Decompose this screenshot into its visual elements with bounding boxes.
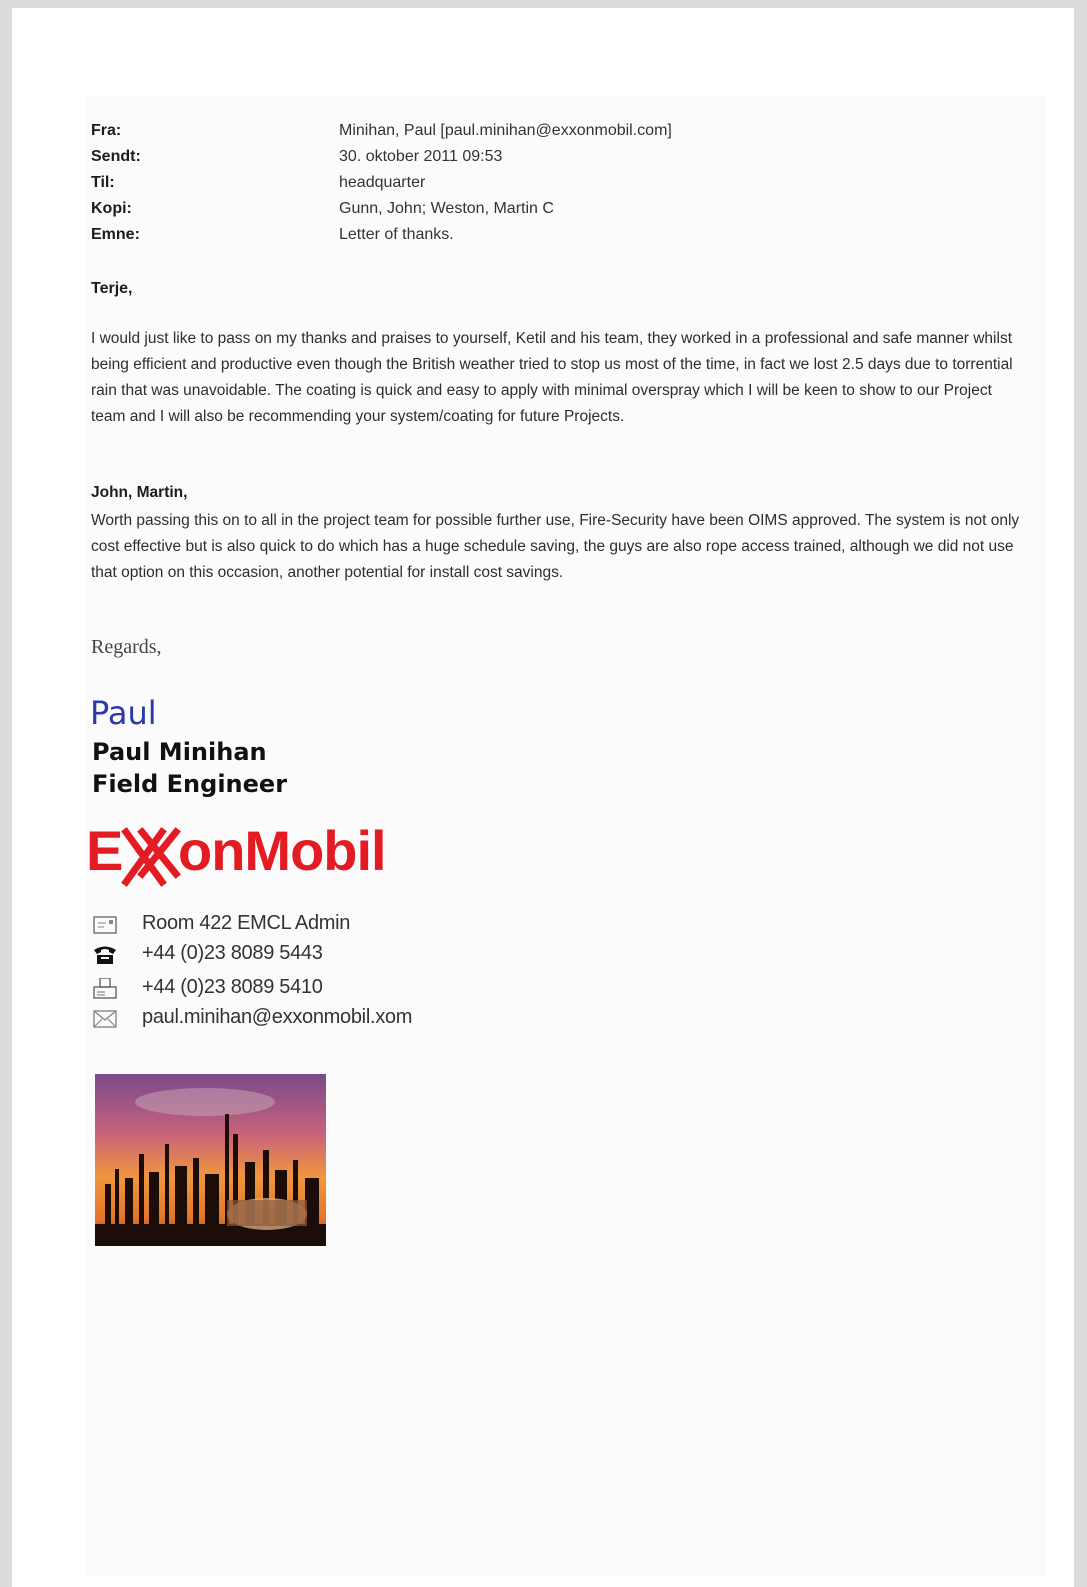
header-row-subject: Emne: Letter of thanks. bbox=[91, 226, 891, 252]
svg-text:onMobil: onMobil bbox=[178, 819, 386, 882]
signature-full-name: Paul Minihan bbox=[92, 738, 267, 766]
contact-room-text: Room 422 EMCL Admin bbox=[142, 912, 351, 934]
paragraph-thanks: I would just like to pass on my thanks a… bbox=[91, 330, 1013, 425]
refinery-sunset-photo bbox=[95, 1074, 326, 1246]
to-value: headquarter bbox=[339, 174, 426, 191]
greeting-terje: Terje, bbox=[91, 280, 133, 297]
from-label: Fra: bbox=[91, 122, 122, 139]
header-row-from: Fra: Minihan, Paul [paul.minihan@exxonmo… bbox=[91, 122, 891, 148]
signature-job-title: Field Engineer bbox=[92, 770, 288, 798]
svg-text:E: E bbox=[86, 819, 122, 882]
header-row-sent: Sendt: 30. oktober 2011 09:53 bbox=[91, 148, 891, 174]
telephone-icon bbox=[94, 946, 116, 964]
subject-label: Emne: bbox=[91, 226, 140, 243]
address-card-icon bbox=[93, 916, 117, 934]
contact-email-text: paul.minihan@exxonmobil.xom bbox=[142, 1006, 413, 1028]
contact-phone-text: +44 (0)23 8089 5443 bbox=[142, 942, 323, 964]
from-value: Minihan, Paul [paul.minihan@exxonmobil.c… bbox=[339, 122, 672, 139]
email-header: Fra: Minihan, Paul [paul.minihan@exxonmo… bbox=[91, 122, 891, 252]
exxonmobil-logo: E onMobil bbox=[86, 819, 387, 887]
sent-label: Sendt: bbox=[91, 148, 141, 165]
greeting-john-martin: John, Martin, bbox=[91, 484, 188, 501]
fax-icon bbox=[93, 978, 117, 999]
cc-value: Gunn, John; Weston, Martin C bbox=[339, 200, 554, 217]
header-row-cc: Kopi: Gunn, John; Weston, Martin C bbox=[91, 200, 891, 226]
cc-label: Kopi: bbox=[91, 200, 132, 217]
closing-regards: Regards, bbox=[91, 636, 162, 658]
contact-fax-text: +44 (0)23 8089 5410 bbox=[142, 976, 323, 998]
sent-value: 30. oktober 2011 09:53 bbox=[339, 148, 503, 165]
to-label: Til: bbox=[91, 174, 115, 191]
subject-value: Letter of thanks. bbox=[339, 226, 454, 243]
paragraph-recommendation: Worth passing this on to all in the proj… bbox=[91, 512, 1020, 581]
envelope-icon bbox=[93, 1010, 117, 1028]
header-row-to: Til: headquarter bbox=[91, 174, 891, 200]
signature-first-name: Paul bbox=[90, 694, 157, 732]
